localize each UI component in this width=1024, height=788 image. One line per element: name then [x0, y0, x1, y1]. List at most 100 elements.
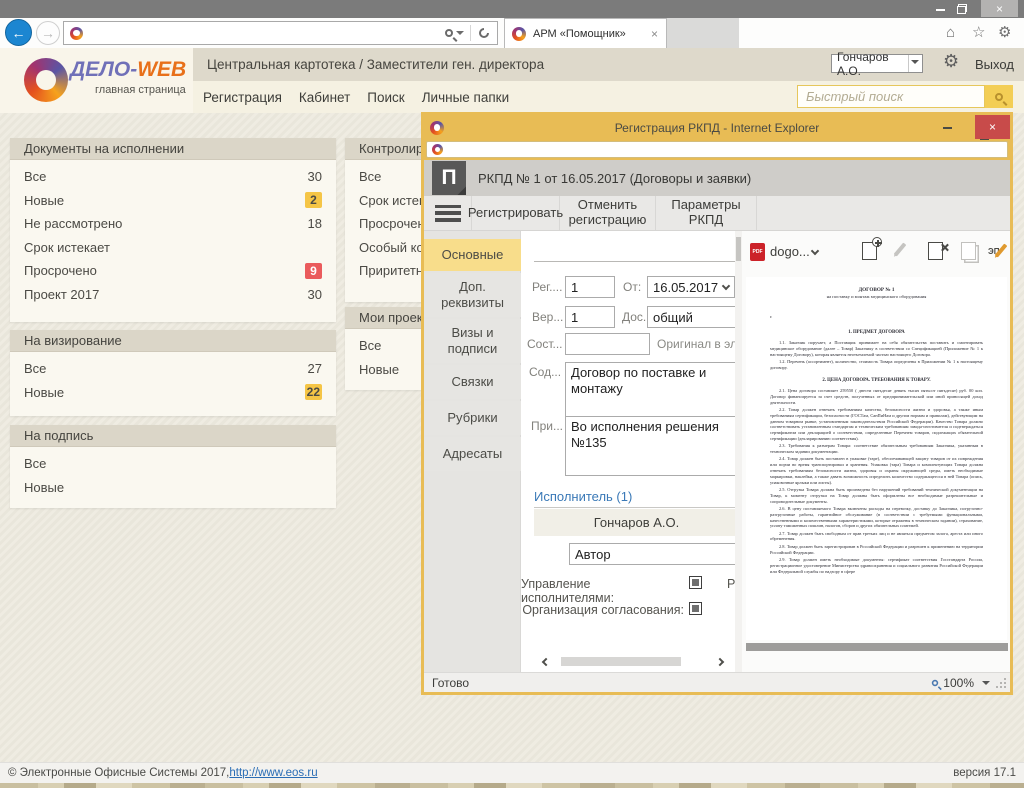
executor-row[interactable]: Гончаров А.О. — [534, 509, 739, 536]
tab-close-icon[interactable]: × — [651, 27, 658, 41]
favorites-icon[interactable]: ☆ — [972, 25, 985, 40]
executor-link[interactable]: Исполнитель (1) — [534, 489, 632, 504]
rkpd-params-button[interactable]: Параметры РКПД — [656, 196, 757, 230]
date-select[interactable]: 16.05.2017 — [647, 276, 735, 298]
tab-dop-rekvizity[interactable]: Доп. реквизиты — [424, 273, 521, 317]
popup-address-bar[interactable] — [426, 141, 1008, 158]
scroll-right-icon[interactable] — [716, 658, 724, 666]
list-item[interactable]: Новые — [10, 476, 336, 500]
list-item[interactable]: Не рассмотрено18 — [10, 212, 336, 236]
access-input[interactable] — [647, 306, 742, 328]
search-icon[interactable] — [445, 29, 453, 37]
popup-minimize-icon[interactable] — [943, 127, 952, 129]
new-tab-area[interactable] — [667, 18, 739, 48]
list-item[interactable]: Новые2 — [10, 189, 336, 213]
pri-label: При... — [531, 419, 563, 433]
tab-adresaty[interactable]: Адресаты — [424, 437, 521, 471]
scroll-left-icon[interactable] — [542, 658, 550, 666]
popup-titlebar[interactable]: Регистрация РКПД - Internet Explorer × — [424, 115, 1010, 140]
zoom-level[interactable]: 100% — [943, 676, 974, 690]
count: 18 — [308, 216, 322, 231]
nav-registration[interactable]: Регистрация — [203, 90, 282, 105]
restore-icon[interactable] — [957, 4, 967, 14]
version-input[interactable] — [565, 306, 615, 328]
delete-file-icon[interactable] — [928, 242, 943, 260]
attachment-file-name[interactable]: dogo... — [770, 244, 810, 259]
home-icon[interactable]: ⌂ — [946, 25, 955, 40]
eos-link[interactable]: http://www.eos.ru — [229, 767, 317, 779]
add-file-icon[interactable] — [862, 242, 877, 260]
doc-title: ДОГОВОР № 1 — [770, 287, 983, 294]
note-textarea[interactable]: Во исполнения решения №135 — [565, 416, 742, 476]
role-input[interactable] — [569, 543, 742, 565]
tab-favicon — [512, 27, 526, 41]
user-select-value: Гончаров А.О. — [837, 50, 908, 78]
back-button[interactable]: ← — [5, 19, 32, 46]
list-item[interactable]: Новые22 — [10, 381, 336, 405]
nav-cabinet[interactable]: Кабинет — [299, 90, 350, 105]
version-label: версия 17.1 — [953, 767, 1016, 779]
status-badge: 22 — [305, 384, 322, 400]
reg-number-input[interactable] — [565, 276, 615, 298]
tab-osnovnye[interactable]: Основные — [424, 239, 521, 271]
h-scrollbar-thumb[interactable] — [561, 657, 681, 666]
nav-personal-folders[interactable]: Личные папки — [422, 90, 509, 105]
status-badge: 9 — [305, 263, 322, 279]
list-item[interactable]: Срок истекает — [10, 236, 336, 260]
forward-button[interactable]: → — [36, 21, 60, 45]
card-docs: Документы на исполнении Все30 Новые2 Не … — [10, 138, 336, 322]
rkpd-header: РКПД № 1 от 16.05.2017 (Договоры и заявк… — [478, 171, 751, 186]
address-bar[interactable] — [63, 21, 498, 45]
site-favicon — [70, 27, 83, 40]
minimize-icon[interactable] — [936, 9, 945, 11]
tab-vizy-podpisi[interactable]: Визы и подписи — [424, 319, 521, 363]
reg-label: Рег.... — [532, 280, 562, 294]
divider — [534, 261, 735, 262]
list-item[interactable]: Все30 — [10, 165, 336, 189]
close-icon: × — [989, 120, 996, 134]
list-item[interactable]: Проект 201730 — [10, 283, 336, 307]
quick-search-button[interactable] — [985, 85, 1013, 108]
popup-doc-header: П РКПД № 1 от 16.05.2017 (Договоры и зая… — [424, 160, 1010, 196]
logout-link[interactable]: Выход — [975, 57, 1014, 72]
v-scrollbar[interactable] — [735, 231, 742, 672]
cancel-registration-button[interactable]: Отменить регистрацию — [560, 196, 656, 230]
sign-file-icon[interactable]: ЭП — [988, 243, 1010, 261]
document-preview[interactable]: ДОГОВОР № 1 на поставку и монтаж медицин… — [746, 277, 1007, 640]
gear-icon[interactable]: ⚙ — [943, 51, 959, 72]
list-item[interactable]: Все — [10, 452, 336, 476]
user-select[interactable]: Гончаров А.О. — [831, 54, 923, 73]
search-dropdown-icon[interactable] — [456, 31, 464, 39]
refresh-icon[interactable] — [479, 28, 489, 38]
quick-search-input[interactable] — [797, 85, 985, 108]
divider — [470, 25, 471, 41]
chevron-down-icon[interactable] — [811, 247, 819, 255]
list-item[interactable]: Просрочено9 — [10, 259, 336, 283]
popup-close-button[interactable]: × — [975, 115, 1010, 139]
popup-address-input[interactable] — [448, 143, 1007, 157]
list-item[interactable]: Все27 — [10, 357, 336, 381]
tab-rubriki[interactable]: Рубрики — [424, 401, 521, 435]
close-button[interactable]: × — [981, 0, 1018, 17]
v-scrollbar-thumb[interactable] — [736, 237, 741, 261]
register-button[interactable]: Регистрировать — [472, 196, 560, 230]
menu-button[interactable] — [424, 196, 472, 230]
content-textarea[interactable]: Договор по поставке и монтажу — [565, 362, 742, 417]
project-tile-icon: П — [432, 161, 466, 195]
resize-grip[interactable] — [1000, 682, 1002, 684]
approval-org-checkbox[interactable] — [689, 602, 702, 615]
edit-file-icon — [894, 242, 907, 256]
settings-icon[interactable]: ⚙ — [998, 25, 1011, 40]
sost-input[interactable] — [565, 333, 650, 355]
close-icon: × — [996, 2, 1003, 16]
tab-svyazki[interactable]: Связки — [424, 365, 521, 399]
browser-tab[interactable]: АРМ «Помощник» × — [504, 18, 667, 48]
zoom-icon[interactable] — [932, 679, 938, 685]
count: 30 — [308, 287, 322, 302]
zoom-dropdown-icon[interactable] — [982, 681, 990, 689]
address-input[interactable] — [89, 25, 445, 41]
nav-search[interactable]: Поиск — [367, 90, 404, 105]
manage-executors-checkbox[interactable] — [689, 576, 702, 589]
logo-block: ДЕЛО-WEB главная страница — [0, 48, 193, 113]
preview-h-scrollbar[interactable] — [746, 643, 1008, 651]
